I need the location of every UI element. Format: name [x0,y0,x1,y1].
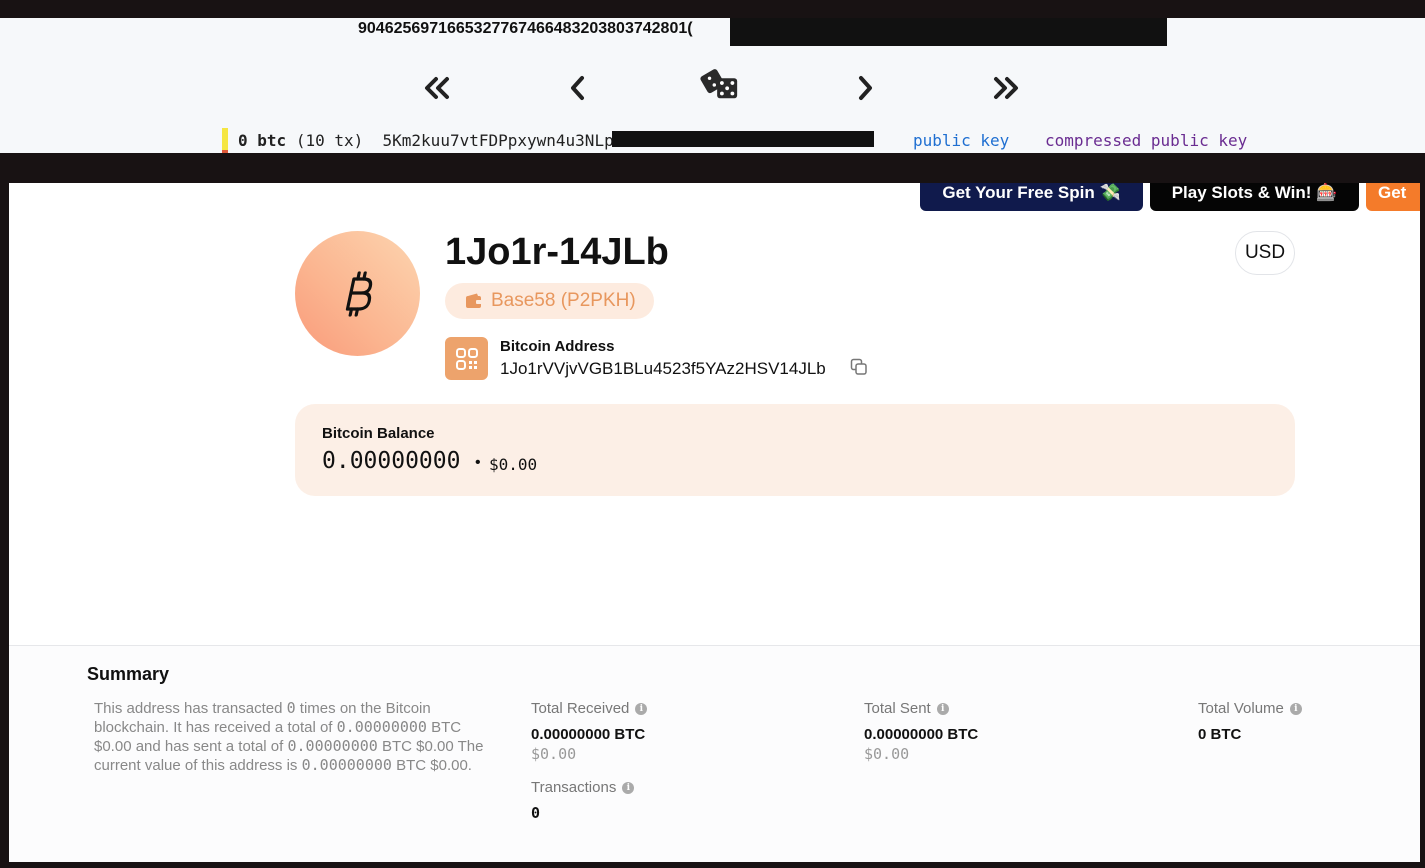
next-row-indicator [222,150,228,153]
summary-description: This address has transacted 0 times on t… [94,699,484,774]
balance-usd: $0.00 [489,455,538,474]
summary-title: Summary [87,664,170,684]
bitcoin-avatar [295,231,420,356]
last-page-button[interactable] [986,68,1026,108]
wallet-icon [466,293,482,308]
currency-selector[interactable]: USD [1235,231,1295,275]
row-private-key[interactable]: 5Km2kuu7vtFDPpxywn4u3NLp [383,131,614,150]
next-page-button[interactable] [846,68,886,108]
address-value[interactable]: 1Jo1rVVjvVGB1BLu4523f5YAz2HSV14JLb [500,359,826,379]
redaction-bar [612,131,874,147]
total-received-btc: 0.00000000 BTC [531,726,646,743]
address-title: 1Jo1r-14JLb [445,231,669,273]
free-spin-button[interactable]: Get Your Free Spin 💸 [920,183,1143,211]
transactions-value: 0 [531,804,541,822]
balance-card: Bitcoin Balance 0.00000000 • $0.00 [295,404,1295,496]
total-volume-btc: 0 BTC [1198,726,1242,743]
total-sent-label: Total Sent i [864,700,949,717]
balance-indicator [222,128,228,150]
double-chevron-right-icon [994,77,1018,99]
total-sent-btc: 0.00000000 BTC [864,726,979,743]
qr-code-icon [455,347,478,370]
compressed-public-key-link[interactable]: compressed public key [1045,131,1247,150]
key-browser-panel: 9046256971665327767466483203803742801( 0… [0,18,1425,153]
balance-value: 0.00000000 [322,448,461,474]
row-tx-count: (10 tx) [295,131,364,150]
address-label: Bitcoin Address [500,338,615,355]
chevron-left-icon [571,76,584,100]
info-icon[interactable]: i [936,702,949,715]
total-received-usd: $0.00 [531,745,577,763]
info-icon[interactable]: i [622,781,635,794]
redaction-bar [730,18,1167,46]
total-sent-usd: $0.00 [864,745,910,763]
transactions-label: Transactions i [531,779,635,796]
info-icon[interactable]: i [1289,702,1302,715]
double-chevron-left-icon [425,77,449,99]
address-format-tag: Base58 (P2PKH) [445,283,654,319]
balance-label: Bitcoin Balance [322,425,435,442]
address-page: Get Your Free Spin 💸 Play Slots & Win! 🎰… [9,183,1420,862]
total-volume-label: Total Volume i [1198,700,1302,717]
copy-icon[interactable] [850,358,868,376]
dice-icon [700,69,738,99]
bitcoin-icon [345,270,372,317]
key-number: 9046256971665327767466483203803742801( [358,20,693,37]
prev-page-button[interactable] [557,68,597,108]
public-key-link[interactable]: public key [913,131,1009,150]
chevron-right-icon [859,76,872,100]
play-slots-button[interactable]: Play Slots & Win! 🎰 [1150,183,1359,211]
random-page-button[interactable] [700,64,740,104]
get-button[interactable]: Get [1366,183,1420,211]
total-received-label: Total Received i [531,700,648,717]
row-balance: 0 btc [238,131,287,150]
format-label: Base58 (P2PKH) [491,290,636,311]
first-page-button[interactable] [417,68,457,108]
balance-separator: • [475,454,481,471]
qr-code-button[interactable] [445,337,488,380]
info-icon[interactable]: i [635,702,648,715]
